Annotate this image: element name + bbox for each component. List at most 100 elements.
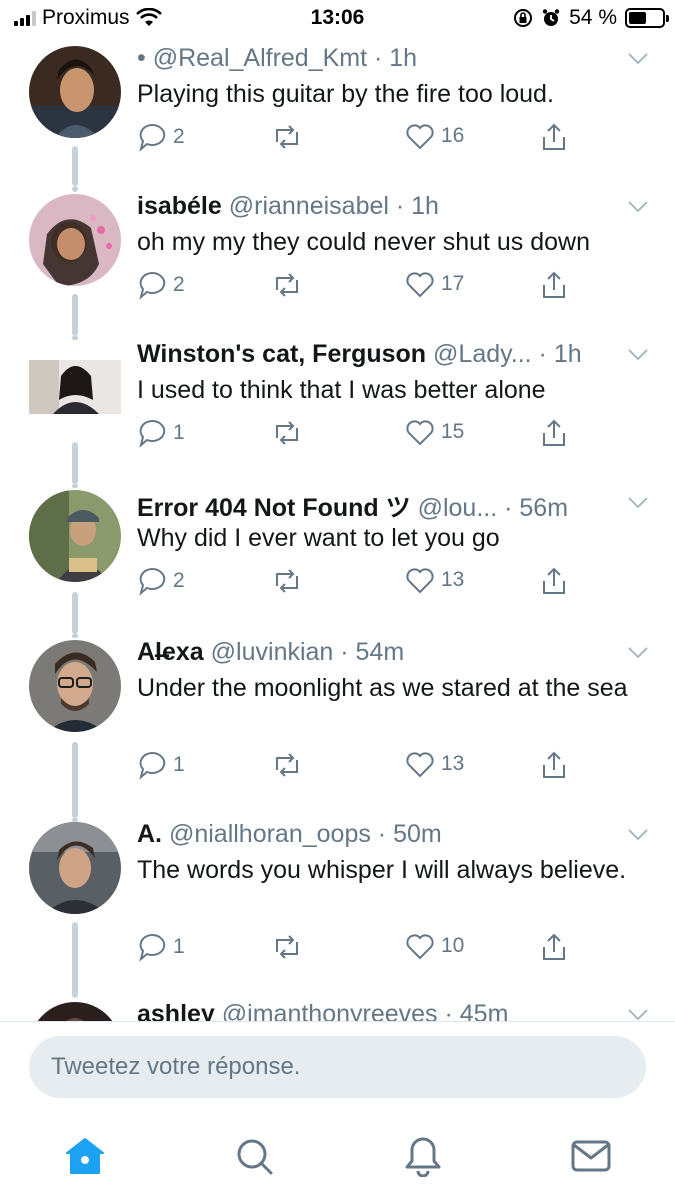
reply-thread[interactable]: • @Real_Alfred_Kmt · 1h Playing this gui…: [0, 36, 675, 1021]
retweet-icon: [276, 569, 298, 593]
tweet-handle[interactable]: • @Real_Alfred_Kmt: [137, 44, 367, 72]
reply-input[interactable]: Tweetez votre réponse.: [29, 1036, 646, 1098]
tweet[interactable]: A. @niallhoran_oops · 50m The words you …: [0, 818, 675, 998]
tweet-text: Under the moonlight as we stared at the …: [137, 674, 628, 702]
avatar[interactable]: [29, 194, 121, 286]
retweet-icon: [276, 125, 298, 149]
alarm-icon: [542, 9, 560, 26]
like-button[interactable]: 16: [405, 122, 464, 150]
reply-button[interactable]: 2: [137, 122, 185, 152]
tweet-time: 56m: [519, 494, 569, 522]
tweet-handle[interactable]: @rianneisabel: [229, 192, 389, 220]
notifications-icon: [405, 1137, 441, 1177]
tweet-handle[interactable]: @Lady...: [433, 340, 532, 368]
chevron-down-icon[interactable]: [627, 828, 649, 842]
tweet-text: I used to think that I was better alone: [137, 376, 546, 404]
avatar[interactable]: [29, 360, 121, 414]
like-button[interactable]: 10: [405, 932, 464, 960]
reply-button[interactable]: 1: [137, 932, 185, 962]
like-button[interactable]: 17: [405, 270, 464, 298]
chevron-down-icon[interactable]: [627, 496, 649, 510]
tweet-author[interactable]: Winston's cat, Ferguson: [137, 340, 426, 368]
chevron-down-icon[interactable]: [627, 646, 649, 660]
chevron-down-icon[interactable]: [627, 52, 649, 66]
share-button[interactable]: [539, 566, 569, 596]
tweet-text: Playing this guitar by the fire too loud…: [137, 80, 554, 108]
retweet-button[interactable]: [271, 750, 303, 780]
heart-icon: [406, 752, 434, 778]
reply-icon: [139, 123, 166, 152]
messages-icon: [571, 1140, 611, 1172]
tweet-header: Error 404 Not Found ツ @lou... · 56m: [137, 494, 569, 522]
reply-count: 2: [173, 273, 185, 296]
share-button[interactable]: [539, 418, 569, 448]
retweet-button[interactable]: [271, 566, 303, 596]
heart-icon: [406, 568, 434, 594]
reply-count: 1: [173, 935, 185, 958]
like-count: 10: [441, 934, 465, 957]
tweet[interactable]: ashley @imanthonyreeves · 45m: [0, 998, 675, 1021]
avatar[interactable]: [29, 490, 121, 582]
tab-messages[interactable]: [567, 1132, 615, 1180]
thread-connector: [72, 592, 78, 634]
thread-connector: [72, 336, 78, 340]
avatar[interactable]: [29, 822, 121, 914]
avatar[interactable]: [29, 1002, 121, 1021]
reply-divider: [0, 1021, 675, 1022]
avatar[interactable]: [29, 640, 121, 732]
tweet-handle[interactable]: @niallhoran_oops: [169, 820, 371, 848]
like-count: 13: [441, 752, 465, 775]
reply-button[interactable]: 1: [137, 750, 185, 780]
tweet-handle[interactable]: @lou...: [418, 494, 498, 522]
tweet-actions: 2 13: [137, 566, 587, 600]
thread-connector: [72, 146, 78, 186]
reply-icon: [139, 567, 166, 596]
reply-button[interactable]: 2: [137, 566, 185, 596]
chevron-down-icon[interactable]: [627, 1008, 649, 1021]
tweet[interactable]: Winston's cat, Ferguson @Lady... · 1h I …: [0, 336, 675, 484]
retweet-icon: [276, 753, 298, 777]
reply-button[interactable]: 2: [137, 270, 185, 300]
tab-search[interactable]: [230, 1132, 278, 1180]
tweet-handle[interactable]: @imanthonyreeves: [222, 1000, 438, 1021]
tweet-handle[interactable]: @luvinkian: [211, 638, 334, 666]
share-icon: [543, 271, 565, 298]
share-button[interactable]: [539, 122, 569, 152]
reply-button[interactable]: 1: [137, 418, 185, 448]
retweet-icon: [276, 935, 298, 959]
tweet-author[interactable]: ashley: [137, 1000, 215, 1021]
tweet-author[interactable]: Error 404 Not Found ツ: [137, 494, 411, 522]
tweet-header: isabéle @rianneisabel · 1h: [137, 192, 439, 220]
share-button[interactable]: [539, 270, 569, 300]
tweet-text: The words you whisper I will always beli…: [137, 856, 627, 884]
tweet-time: 50m: [393, 820, 442, 848]
retweet-button[interactable]: [271, 122, 303, 152]
tweet-text: oh my my they could never shut us down: [137, 228, 591, 256]
thread-connector: [72, 922, 78, 998]
like-button[interactable]: 15: [405, 418, 464, 446]
heart-icon: [406, 420, 434, 446]
rotation-lock-icon: [514, 9, 533, 27]
tweet-time: 45m: [459, 1000, 509, 1021]
chevron-down-icon[interactable]: [627, 200, 649, 214]
tweet[interactable]: • @Real_Alfred_Kmt · 1h Playing this gui…: [0, 36, 675, 186]
tweet-author[interactable]: Al̶exa: [137, 638, 204, 666]
avatar[interactable]: [29, 46, 121, 138]
tweet-header: • @Real_Alfred_Kmt · 1h: [137, 44, 418, 72]
retweet-button[interactable]: [271, 932, 303, 962]
like-button[interactable]: 13: [405, 750, 464, 778]
retweet-button[interactable]: [271, 418, 303, 448]
share-button[interactable]: [539, 932, 569, 962]
battery-percent: 54 %: [569, 6, 617, 29]
like-button[interactable]: 13: [405, 566, 464, 594]
tweet[interactable]: Al̶exa @luvinkian · 54m Under the moonli…: [0, 634, 675, 818]
tab-home[interactable]: [61, 1132, 109, 1180]
tweet[interactable]: isabéle @rianneisabel · 1h oh my my they…: [0, 186, 675, 336]
chevron-down-icon[interactable]: [627, 348, 649, 362]
tweet-author[interactable]: isabéle: [137, 192, 222, 220]
retweet-button[interactable]: [271, 270, 303, 300]
share-button[interactable]: [539, 750, 569, 780]
tweet[interactable]: Error 404 Not Found ツ @lou... · 56m Why …: [0, 484, 675, 634]
tab-notifications[interactable]: [399, 1132, 447, 1180]
tweet-author[interactable]: A.: [137, 820, 162, 848]
